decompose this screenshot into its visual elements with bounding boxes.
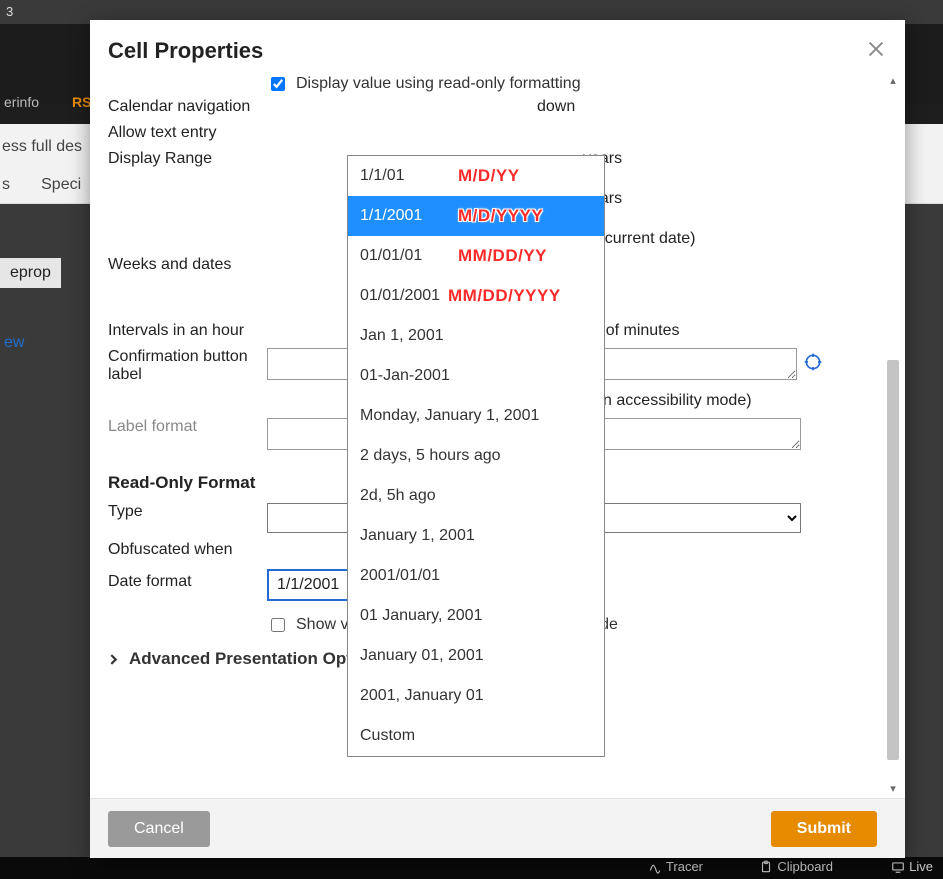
footer-live-label: Live (909, 859, 933, 874)
close-button[interactable] (865, 38, 887, 66)
date-format-option[interactable]: Custom (348, 716, 604, 756)
confirm-button-label-label: Confirmation button label (108, 344, 263, 388)
format-pattern-badge: MM/DD/YYYY (448, 286, 561, 306)
scroll-up-button[interactable]: ▴ (885, 74, 901, 90)
display-range-label: Display Range (108, 146, 263, 172)
chevron-right-icon (108, 654, 119, 665)
obfuscated-label: Obfuscated when (108, 537, 263, 563)
subnav-line2a: s (2, 176, 10, 193)
allow-text-entry-label: Allow text entry (108, 120, 263, 146)
format-pattern-badge: M/D/YYYY (458, 206, 543, 226)
bg-link: ew (0, 334, 24, 352)
date-format-option[interactable]: Jan 1, 2001 (348, 316, 604, 356)
calendar-nav-value: down (267, 94, 873, 120)
cancel-button[interactable]: Cancel (108, 811, 210, 847)
format-pattern-badge: MM/DD/YY (458, 246, 547, 266)
date-format-option[interactable]: Monday, January 1, 2001 (348, 396, 604, 436)
date-format-option-text: 2001, January 01 (360, 687, 484, 705)
date-format-option-text: 1/1/01 (360, 167, 404, 185)
nav-text: erinfo (0, 94, 39, 110)
close-icon (865, 38, 887, 60)
date-format-option[interactable]: January 01, 2001 (348, 636, 604, 676)
submit-button[interactable]: Submit (771, 811, 877, 847)
modal-header: Cell Properties (90, 20, 905, 74)
app-footer: Tracer Clipboard Live (0, 857, 943, 879)
scrollbar-thumb[interactable] (887, 360, 899, 760)
intervals-label: Intervals in an hour (108, 318, 263, 344)
date-format-option-text: January 1, 2001 (360, 527, 475, 545)
date-format-option[interactable]: 01-Jan-2001 (348, 356, 604, 396)
readonly-formatting-label: Display value using read-only formatting (296, 75, 581, 93)
date-format-option[interactable]: 01/01/2001 MM/DD/YYYY (348, 276, 604, 316)
nav-accent: RS (72, 94, 91, 110)
date-format-option[interactable]: 01 January, 2001 (348, 596, 604, 636)
live-icon (891, 860, 905, 874)
date-format-dropdown[interactable]: 1/1/01 M/D/YY 1/1/2001 M/D/YYYY 01/01/01 MM/D… (347, 155, 605, 757)
type-label: Type (108, 499, 263, 525)
footer-clipboard[interactable]: Clipboard (759, 859, 833, 874)
date-format-option-text: 2d, 5h ago (360, 487, 436, 505)
date-format-option[interactable]: 2d, 5h ago (348, 476, 604, 516)
date-format-option[interactable]: 2 days, 5 hours ago (348, 436, 604, 476)
footer-live[interactable]: Live (891, 859, 933, 874)
format-pattern-badge: M/D/YY (458, 166, 520, 186)
show-validation-checkbox[interactable] (271, 618, 285, 632)
date-format-option[interactable]: January 1, 2001 (348, 516, 604, 556)
date-format-option-text: 01-Jan-2001 (360, 367, 450, 385)
cell-properties-modal: Cell Properties Display value using read… (90, 20, 905, 858)
clipboard-icon (759, 860, 773, 874)
date-format-option-text: Custom (360, 727, 415, 745)
date-format-option-text: January 01, 2001 (360, 647, 484, 665)
date-format-option-text: 01 January, 2001 (360, 607, 482, 625)
scrollbar-track[interactable] (885, 92, 901, 780)
modal-title: Cell Properties (108, 38, 263, 63)
date-format-option-text: 2001/01/01 (360, 567, 440, 585)
date-format-option[interactable]: 1/1/2001 M/D/YYYY (348, 196, 604, 236)
date-format-option-text: Monday, January 1, 2001 (360, 407, 539, 425)
date-format-option[interactable]: 2001/01/01 (348, 556, 604, 596)
date-format-option-text: 2 days, 5 hours ago (360, 447, 501, 465)
footer-tracer-label: Tracer (666, 859, 703, 874)
date-format-option-text: Jan 1, 2001 (360, 327, 444, 345)
readonly-format-row: Display value using read-only formatting (267, 74, 873, 94)
label-format-label: Label format (108, 414, 263, 440)
crosshair-icon[interactable] (803, 352, 823, 372)
subnav-line2b: Speci (41, 176, 81, 193)
tracer-icon (648, 860, 662, 874)
bg-tab: eprop (0, 258, 61, 288)
scroll-down-button[interactable]: ▾ (885, 782, 901, 798)
date-format-option-text: 01/01/01 (360, 247, 422, 265)
footer-tracer[interactable]: Tracer (648, 859, 703, 874)
subnav-line2: s Speci (0, 176, 81, 194)
date-format-option[interactable]: 2001, January 01 (348, 676, 604, 716)
date-format-option-text: 01/01/2001 (360, 287, 440, 305)
allow-text-entry-value (267, 120, 873, 128)
calendar-nav-label: Calendar navigation (108, 94, 263, 120)
date-format-option[interactable]: 1/1/01 M/D/YY (348, 156, 604, 196)
readonly-formatting-checkbox[interactable] (271, 77, 285, 91)
footer-clipboard-label: Clipboard (777, 859, 833, 874)
weeks-dates-label: Weeks and dates (108, 252, 263, 278)
modal-footer: Cancel Submit (90, 798, 905, 858)
modal-body: Display value using read-only formatting… (90, 74, 905, 798)
date-format-selected-value: 1/1/2001 (277, 576, 339, 594)
date-format-label: Date format (108, 563, 263, 595)
date-format-option[interactable]: 01/01/01 MM/DD/YY (348, 236, 604, 276)
date-format-option-text: 1/1/2001 (360, 207, 422, 225)
subnav-line1: ess full des (0, 138, 82, 156)
